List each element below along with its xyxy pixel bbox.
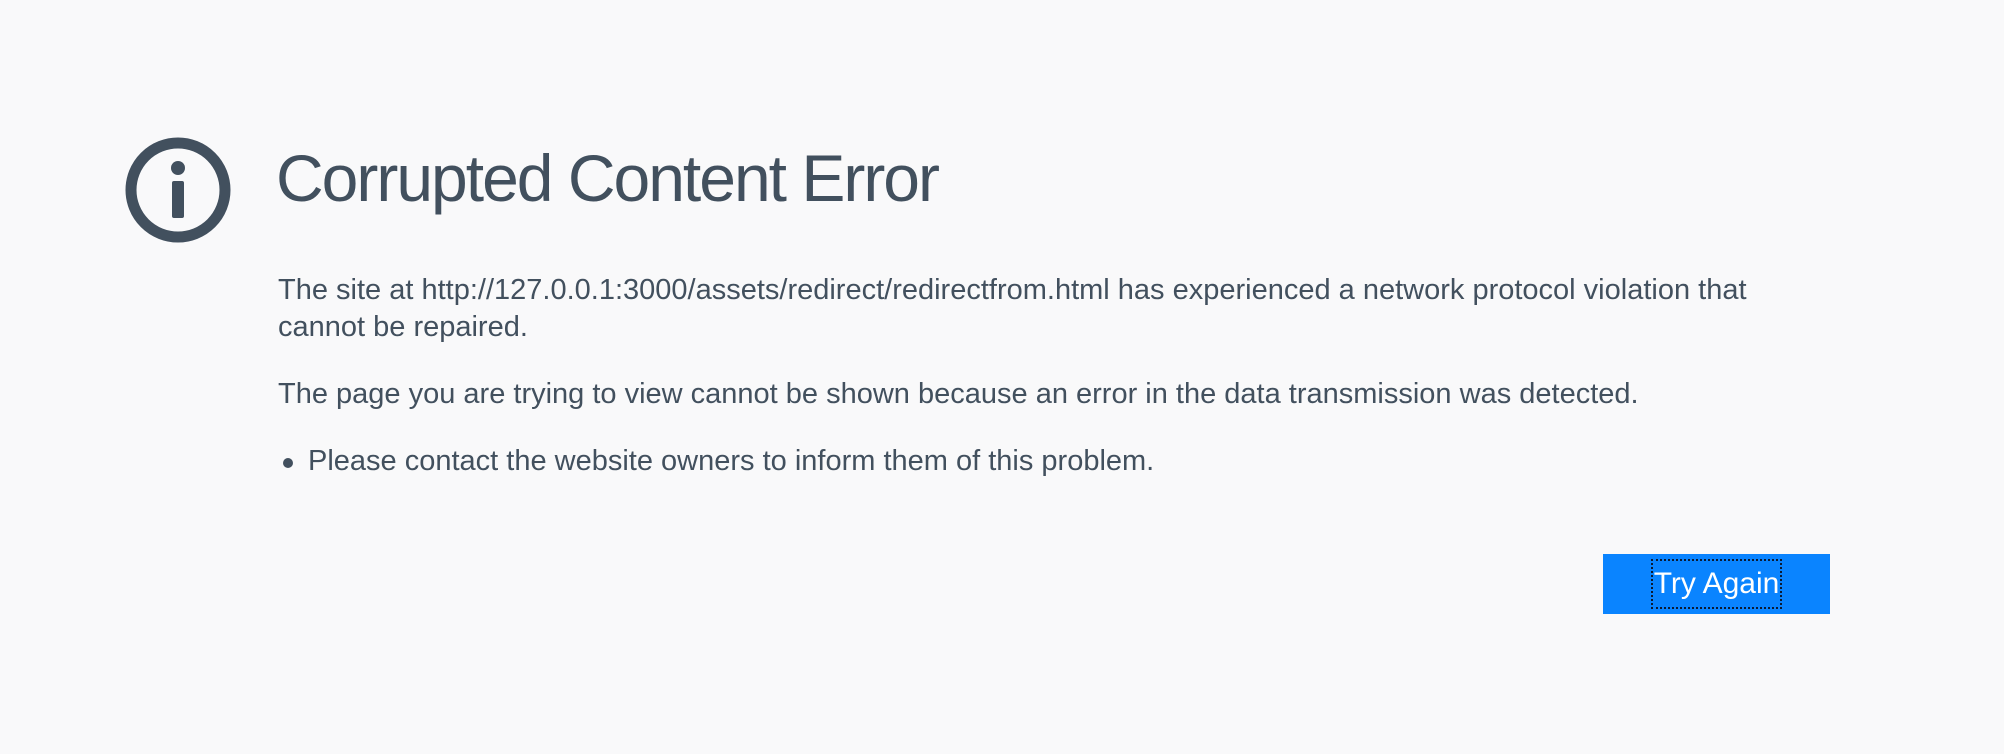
suggestion-list: Please contact the website owners to inf… [278,443,1798,480]
list-item: Please contact the website owners to inf… [278,443,1798,480]
try-again-button[interactable]: Try Again [1603,554,1830,614]
page-title: Corrupted Content Error [276,141,940,215]
bullet-icon [283,458,293,468]
suggestion-text: Please contact the website owners to inf… [308,445,1155,477]
error-description: The site at http://127.0.0.1:3000/assets… [278,274,1747,343]
error-content: The site at http://127.0.0.1:3000/assets… [278,272,1798,480]
error-detail: The page you are trying to view cannot b… [278,378,1639,410]
info-icon [124,136,232,244]
error-page: Corrupted Content Error The site at http… [0,0,2004,754]
try-again-label: Try Again [1650,559,1783,609]
